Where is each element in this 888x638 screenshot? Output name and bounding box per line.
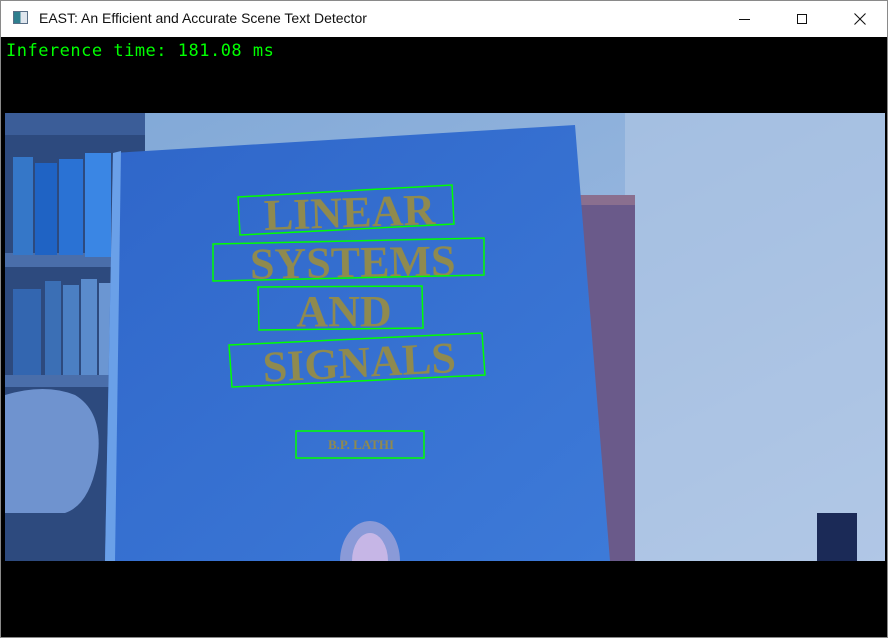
dark-object: [817, 513, 857, 561]
video-viewport: Inference time: 181.08 ms LINEAR SYSTEMS…: [5, 37, 885, 635]
minimize-icon: [738, 18, 750, 20]
close-icon: [854, 13, 866, 25]
wall-light: [625, 113, 885, 561]
window-title: EAST: An Efficient and Accurate Scene Te…: [39, 10, 367, 26]
hand: [5, 389, 99, 513]
camera-scene: LINEAR SYSTEMS AND SIGNALS B.P. LATHI: [5, 113, 885, 561]
app-icon[interactable]: [13, 11, 28, 24]
minimize-button[interactable]: [721, 1, 767, 37]
svg-text:B.P. LATHI: B.P. LATHI: [328, 437, 394, 452]
svg-text:SYSTEMS: SYSTEMS: [250, 236, 456, 289]
camera-frame: LINEAR SYSTEMS AND SIGNALS B.P. LATHI: [5, 113, 885, 561]
title-bar[interactable]: EAST: An Efficient and Accurate Scene Te…: [1, 1, 887, 37]
shelf-top: [5, 113, 145, 135]
maximize-button[interactable]: [779, 1, 825, 37]
inference-time-label: Inference time: 181.08 ms: [6, 41, 275, 61]
close-button[interactable]: [837, 1, 883, 37]
maximize-icon: [797, 14, 807, 24]
app-window: EAST: An Efficient and Accurate Scene Te…: [0, 0, 888, 638]
